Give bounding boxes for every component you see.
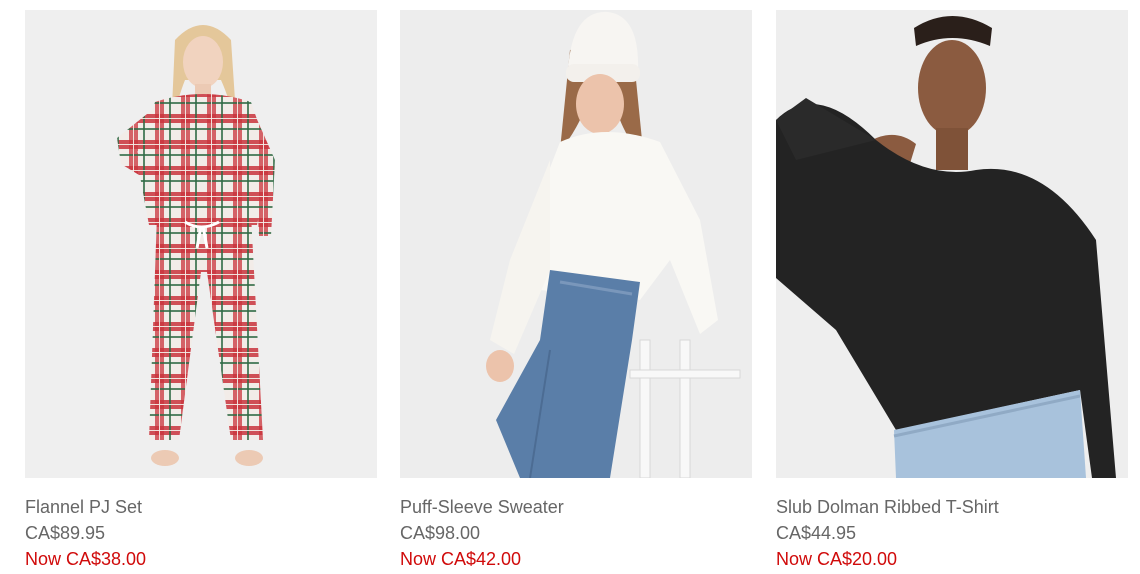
product-name[interactable]: Puff-Sleeve Sweater: [400, 494, 752, 520]
product-card[interactable]: Puff-Sleeve Sweater CA$98.00 Now CA$42.0…: [400, 10, 752, 572]
product-card[interactable]: Flannel PJ Set CA$89.95 Now CA$38.00: [25, 10, 377, 572]
original-price: CA$44.95: [776, 523, 857, 543]
slub-dolman-ribbed-t-shirt-photo: [776, 10, 1128, 478]
product-name[interactable]: Flannel PJ Set: [25, 494, 377, 520]
puff-sleeve-sweater-photo: [400, 10, 752, 478]
original-price: CA$98.00: [400, 523, 481, 543]
product-grid: Flannel PJ Set CA$89.95 Now CA$38.00 Puf…: [0, 0, 1140, 574]
product-image[interactable]: [776, 10, 1128, 478]
product-image[interactable]: [25, 10, 377, 478]
sale-price: Now CA$38.00: [25, 549, 147, 569]
sale-price: Now CA$42.00: [400, 549, 522, 569]
flannel-pj-set-photo: [25, 10, 377, 478]
sale-price: Now CA$20.00: [776, 549, 898, 569]
product-name[interactable]: Slub Dolman Ribbed T-Shirt: [776, 494, 1128, 520]
product-image[interactable]: [400, 10, 752, 478]
product-card[interactable]: Slub Dolman Ribbed T-Shirt CA$44.95 Now …: [776, 10, 1128, 572]
original-price: CA$89.95: [25, 523, 106, 543]
